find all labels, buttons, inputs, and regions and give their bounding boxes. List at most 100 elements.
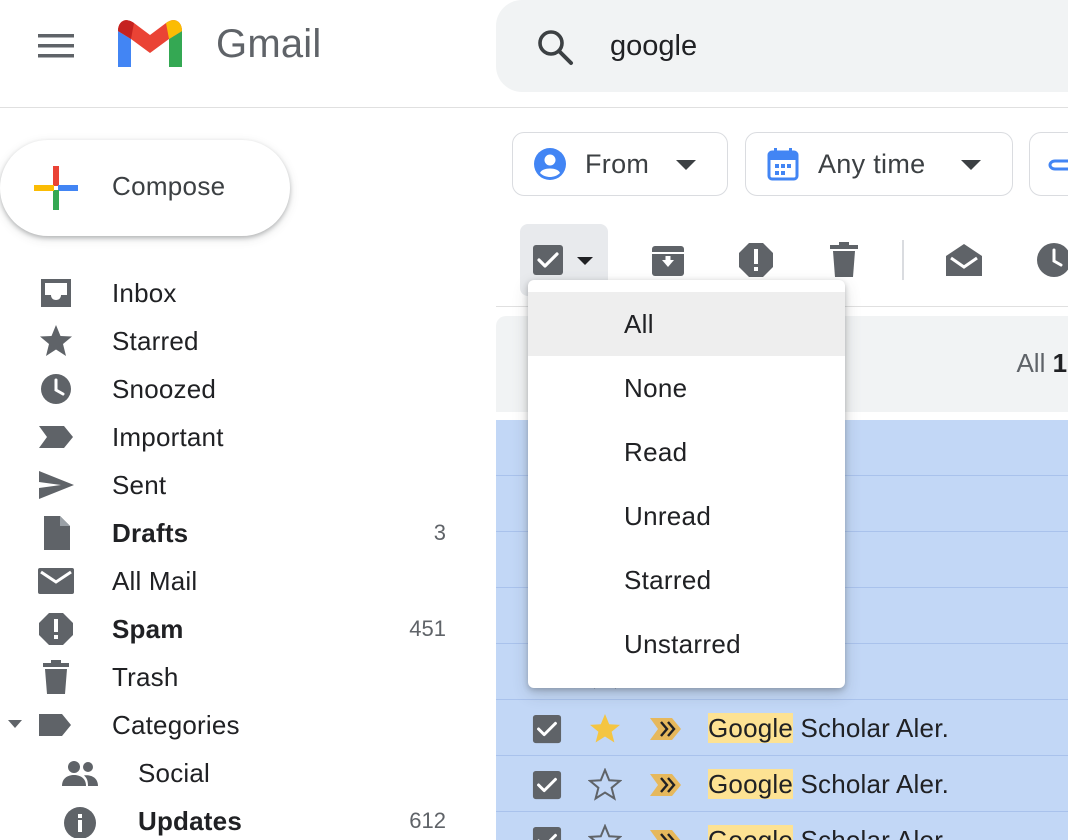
sidebar-item-inbox[interactable]: Inbox xyxy=(0,268,470,316)
sidebar-item-label: Social xyxy=(138,758,211,788)
spam-icon xyxy=(36,612,76,646)
star-filled-icon[interactable] xyxy=(588,712,622,746)
sidebar-item-label: Updates xyxy=(138,806,242,836)
mark-as-read-icon[interactable] xyxy=(944,240,984,280)
search-match-highlight: Google xyxy=(708,825,794,840)
gmail-logo[interactable] xyxy=(114,17,186,71)
star-outline-icon[interactable] xyxy=(588,768,622,802)
app-name: Gmail xyxy=(216,22,322,66)
sidebar-item-label: Sent xyxy=(112,470,167,500)
chevron-down-icon xyxy=(675,159,697,171)
menu-item-unstarred[interactable]: Unstarred xyxy=(528,612,845,676)
sidebar-item-important[interactable]: Important xyxy=(0,412,470,460)
caret-down-icon[interactable] xyxy=(6,718,24,730)
sidebar-item-label: Categories xyxy=(112,710,240,740)
sidebar-item-updates[interactable]: Updates 612 xyxy=(0,796,470,840)
sidebar-item-starred[interactable]: Starred xyxy=(0,316,470,364)
attachment-filter-chip[interactable] xyxy=(1029,132,1068,196)
star-outline-icon[interactable] xyxy=(588,824,622,840)
search-match-highlight: Google xyxy=(708,769,794,799)
from-filter-chip[interactable]: From xyxy=(512,132,728,196)
sidebar-item-social[interactable]: Social xyxy=(0,748,470,796)
sidebar-nav: Inbox Starred Snoozed Important Sent Dra xyxy=(0,268,470,840)
menu-item-label: Starred xyxy=(624,565,712,595)
sidebar-item-label: Spam xyxy=(112,614,184,644)
email-row[interactable]: Google Scholar Aler. xyxy=(496,756,1068,812)
menu-item-starred[interactable]: Starred xyxy=(528,548,845,612)
sidebar-item-count: 612 xyxy=(409,808,446,833)
sidebar-item-label: Trash xyxy=(112,662,179,692)
sidebar-item-sent[interactable]: Sent xyxy=(0,460,470,508)
menu-item-unread[interactable]: Unread xyxy=(528,484,845,548)
account-circle-icon xyxy=(533,147,567,181)
sidebar-item-label: Snoozed xyxy=(112,374,217,404)
search-bar[interactable] xyxy=(496,0,1068,92)
sidebar-item-trash[interactable]: Trash xyxy=(0,652,470,700)
sender-text: Scholar Aler. xyxy=(793,713,950,743)
menu-item-label: All xyxy=(624,309,654,339)
important-marker-icon[interactable] xyxy=(648,772,684,798)
draft-icon xyxy=(36,516,76,550)
inbox-icon xyxy=(36,276,76,310)
email-sender: Google Scholar Aler. xyxy=(708,769,949,800)
search-icon[interactable] xyxy=(534,26,576,68)
sidebar-item-label: Important xyxy=(112,422,224,452)
from-filter-label: From xyxy=(585,149,650,179)
sidebar-item-label: Starred xyxy=(112,326,199,356)
search-filter-chips: From Any time xyxy=(512,132,1068,196)
delete-icon[interactable] xyxy=(824,240,864,280)
chevron-down-icon xyxy=(576,256,594,266)
sidebar-item-snoozed[interactable]: Snoozed xyxy=(0,364,470,412)
report-spam-icon[interactable] xyxy=(736,240,776,280)
sidebar-item-all-mail[interactable]: All Mail xyxy=(0,556,470,604)
toolbar-divider xyxy=(902,240,904,280)
compose-plus-icon xyxy=(32,164,80,212)
sidebar-item-count: 3 xyxy=(433,520,446,545)
sidebar-item-label: Inbox xyxy=(112,278,177,308)
chevron-down-icon xyxy=(960,159,982,171)
selection-banner-text: All 100 xyxy=(1016,348,1068,378)
menu-item-all[interactable]: All xyxy=(528,292,845,356)
attachment-icon xyxy=(1046,155,1068,175)
email-sender: Google Scholar Aler. xyxy=(708,825,949,840)
search-input[interactable] xyxy=(610,20,1068,72)
email-sender: Google Scholar Aler. xyxy=(708,713,949,744)
checkbox-checked-icon[interactable] xyxy=(532,714,562,744)
checkbox-checked-icon[interactable] xyxy=(532,770,562,800)
sidebar-item-categories[interactable]: Categories xyxy=(0,700,470,748)
sidebar-item-spam[interactable]: Spam 451 xyxy=(0,604,470,652)
time-filter-label: Any time xyxy=(818,149,926,179)
sidebar-item-label: Drafts xyxy=(112,518,189,548)
star-icon xyxy=(36,324,76,358)
mail-icon xyxy=(36,564,76,598)
sidebar-item-count: 451 xyxy=(409,616,446,641)
menu-item-none[interactable]: None xyxy=(528,356,845,420)
snooze-icon[interactable] xyxy=(1034,240,1068,280)
info-icon xyxy=(60,804,100,838)
trash-icon xyxy=(36,660,76,694)
important-icon xyxy=(36,420,76,454)
email-row[interactable]: Google Scholar Aler. xyxy=(496,812,1068,840)
calendar-icon xyxy=(766,147,800,181)
hamburger-menu-icon[interactable] xyxy=(34,26,78,66)
sidebar-item-drafts[interactable]: Drafts 3 xyxy=(0,508,470,556)
time-filter-chip[interactable]: Any time xyxy=(745,132,1013,196)
compose-button[interactable]: Compose xyxy=(0,140,290,236)
menu-item-label: Read xyxy=(624,437,688,467)
email-row[interactable]: Google Scholar Aler. xyxy=(496,700,1068,756)
menu-item-label: Unread xyxy=(624,501,712,531)
search-match-highlight: Google xyxy=(708,713,794,743)
checkbox-checked-icon xyxy=(532,244,564,276)
compose-label: Compose xyxy=(112,171,226,201)
sender-text: Scholar Aler. xyxy=(793,769,950,799)
menu-item-label: None xyxy=(624,373,688,403)
sidebar-item-label: All Mail xyxy=(112,566,198,596)
archive-icon[interactable] xyxy=(648,240,688,280)
checkbox-checked-icon[interactable] xyxy=(532,826,562,840)
important-marker-icon[interactable] xyxy=(648,716,684,742)
top-bar: Gmail xyxy=(0,0,1068,108)
sender-text: Scholar Aler. xyxy=(793,825,950,840)
menu-item-read[interactable]: Read xyxy=(528,420,845,484)
menu-item-label: Unstarred xyxy=(624,629,741,659)
important-marker-icon[interactable] xyxy=(648,828,684,840)
